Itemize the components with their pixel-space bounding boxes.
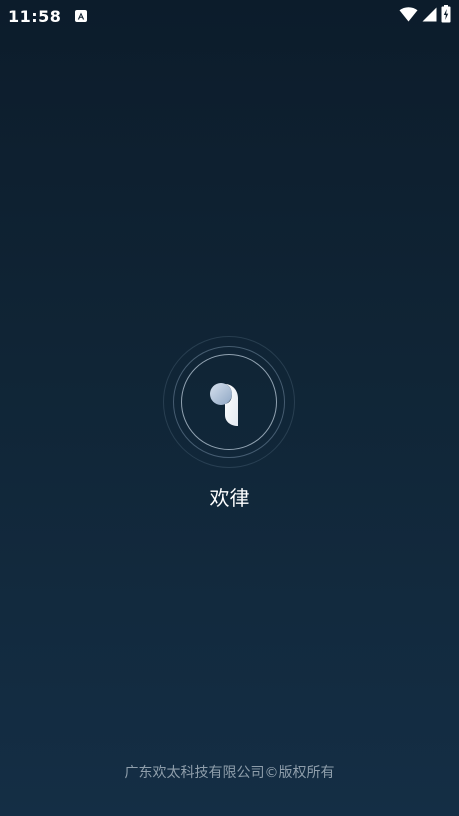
app-logo-icon	[210, 383, 238, 426]
wifi-icon	[399, 6, 418, 26]
battery-charging-icon	[441, 5, 451, 27]
cellular-signal-icon	[422, 7, 437, 26]
copyright-text: 广东欢太科技有限公司©版权所有	[124, 765, 335, 781]
app-logo	[163, 336, 295, 468]
status-left: 11:58	[8, 6, 88, 26]
app-name: 欢律	[209, 486, 250, 510]
status-bar: 11:58	[0, 0, 459, 32]
app-notification-icon	[75, 10, 88, 22]
status-time: 11:58	[8, 6, 62, 26]
status-right	[399, 5, 451, 27]
